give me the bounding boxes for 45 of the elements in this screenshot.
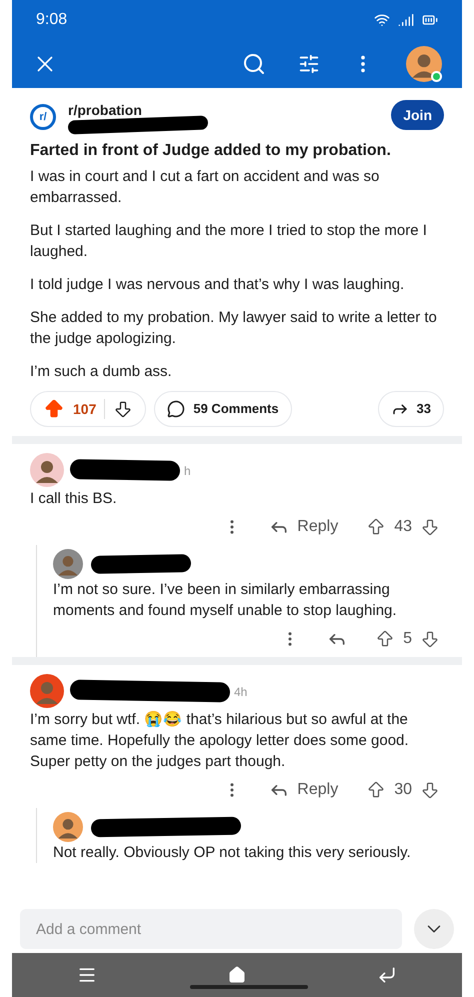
reply-button[interactable]: Reply <box>261 778 346 802</box>
filter-icon[interactable] <box>298 53 320 75</box>
comment-icon <box>167 400 186 418</box>
back-icon[interactable] <box>376 965 397 985</box>
post-paragraph: I’m such a dumb ass. <box>30 362 173 382</box>
comment-time: 4h <box>234 684 248 701</box>
reply-button[interactable]: Reply <box>261 515 346 539</box>
comment-text: I’m sorry but wtf. 😭😂 that’s hilarious but so awful at the same time. Hopefully the apology letter does some good. Super petty on the judges part though. <box>30 710 410 772</box>
share-button[interactable]: 33 <box>378 391 444 427</box>
subreddit-icon[interactable]: r/ <box>30 104 56 130</box>
comment-field[interactable]: Add a comment <box>20 909 402 949</box>
vote-count: 107 <box>73 400 96 418</box>
post-paragraph: She added to my probation. My lawyer said to write a letter to the judge apologizing. <box>30 308 438 349</box>
downvote-icon[interactable] <box>420 517 440 537</box>
upvote-icon[interactable] <box>43 398 65 420</box>
comment-text: Not really. Obviously OP not taking this very seriously. <box>53 843 412 863</box>
post-paragraph: I was in court and I cut a fart on accident and was so embarrassed. <box>30 167 380 208</box>
home-icon[interactable] <box>228 966 246 984</box>
search-icon[interactable] <box>242 52 266 76</box>
avatar[interactable] <box>30 674 64 708</box>
vote-count: 30 <box>394 780 412 800</box>
wifi-icon <box>374 12 390 28</box>
avatar[interactable] <box>53 812 83 842</box>
join-button[interactable]: Join <box>391 100 444 130</box>
vote-count: 43 <box>394 517 412 537</box>
vote-count: 5 <box>403 629 412 649</box>
downvote-icon[interactable] <box>113 399 134 419</box>
downvote-icon[interactable] <box>420 629 440 649</box>
post-paragraph: But I started laughing and the more I tried to stop the more I laughed. <box>30 221 428 262</box>
signal-icon <box>398 12 414 28</box>
comments-button[interactable]: 59 Comments <box>154 391 292 427</box>
comment-text: I’m not so sure. I’ve been in similarly embarrassing moments and found myself unable to stop laughing. <box>53 580 398 621</box>
comment-text: I call this BS. <box>30 489 118 509</box>
avatar[interactable] <box>30 453 64 487</box>
status-time: 9:08 <box>36 10 68 30</box>
post-title: Farted in front of Judge added to my probation. <box>30 141 392 161</box>
comment-time: h <box>184 463 191 480</box>
avatar[interactable] <box>406 46 442 82</box>
upvote-icon[interactable] <box>366 517 386 537</box>
downvote-icon[interactable] <box>420 780 440 800</box>
subreddit-name[interactable]: r/probation <box>68 100 142 121</box>
upvote-icon[interactable] <box>375 629 396 649</box>
upvote-icon[interactable] <box>366 780 386 800</box>
post-paragraph: I told judge I was nervous and that’s why I was laughing. <box>30 275 406 295</box>
avatar[interactable] <box>53 549 83 579</box>
